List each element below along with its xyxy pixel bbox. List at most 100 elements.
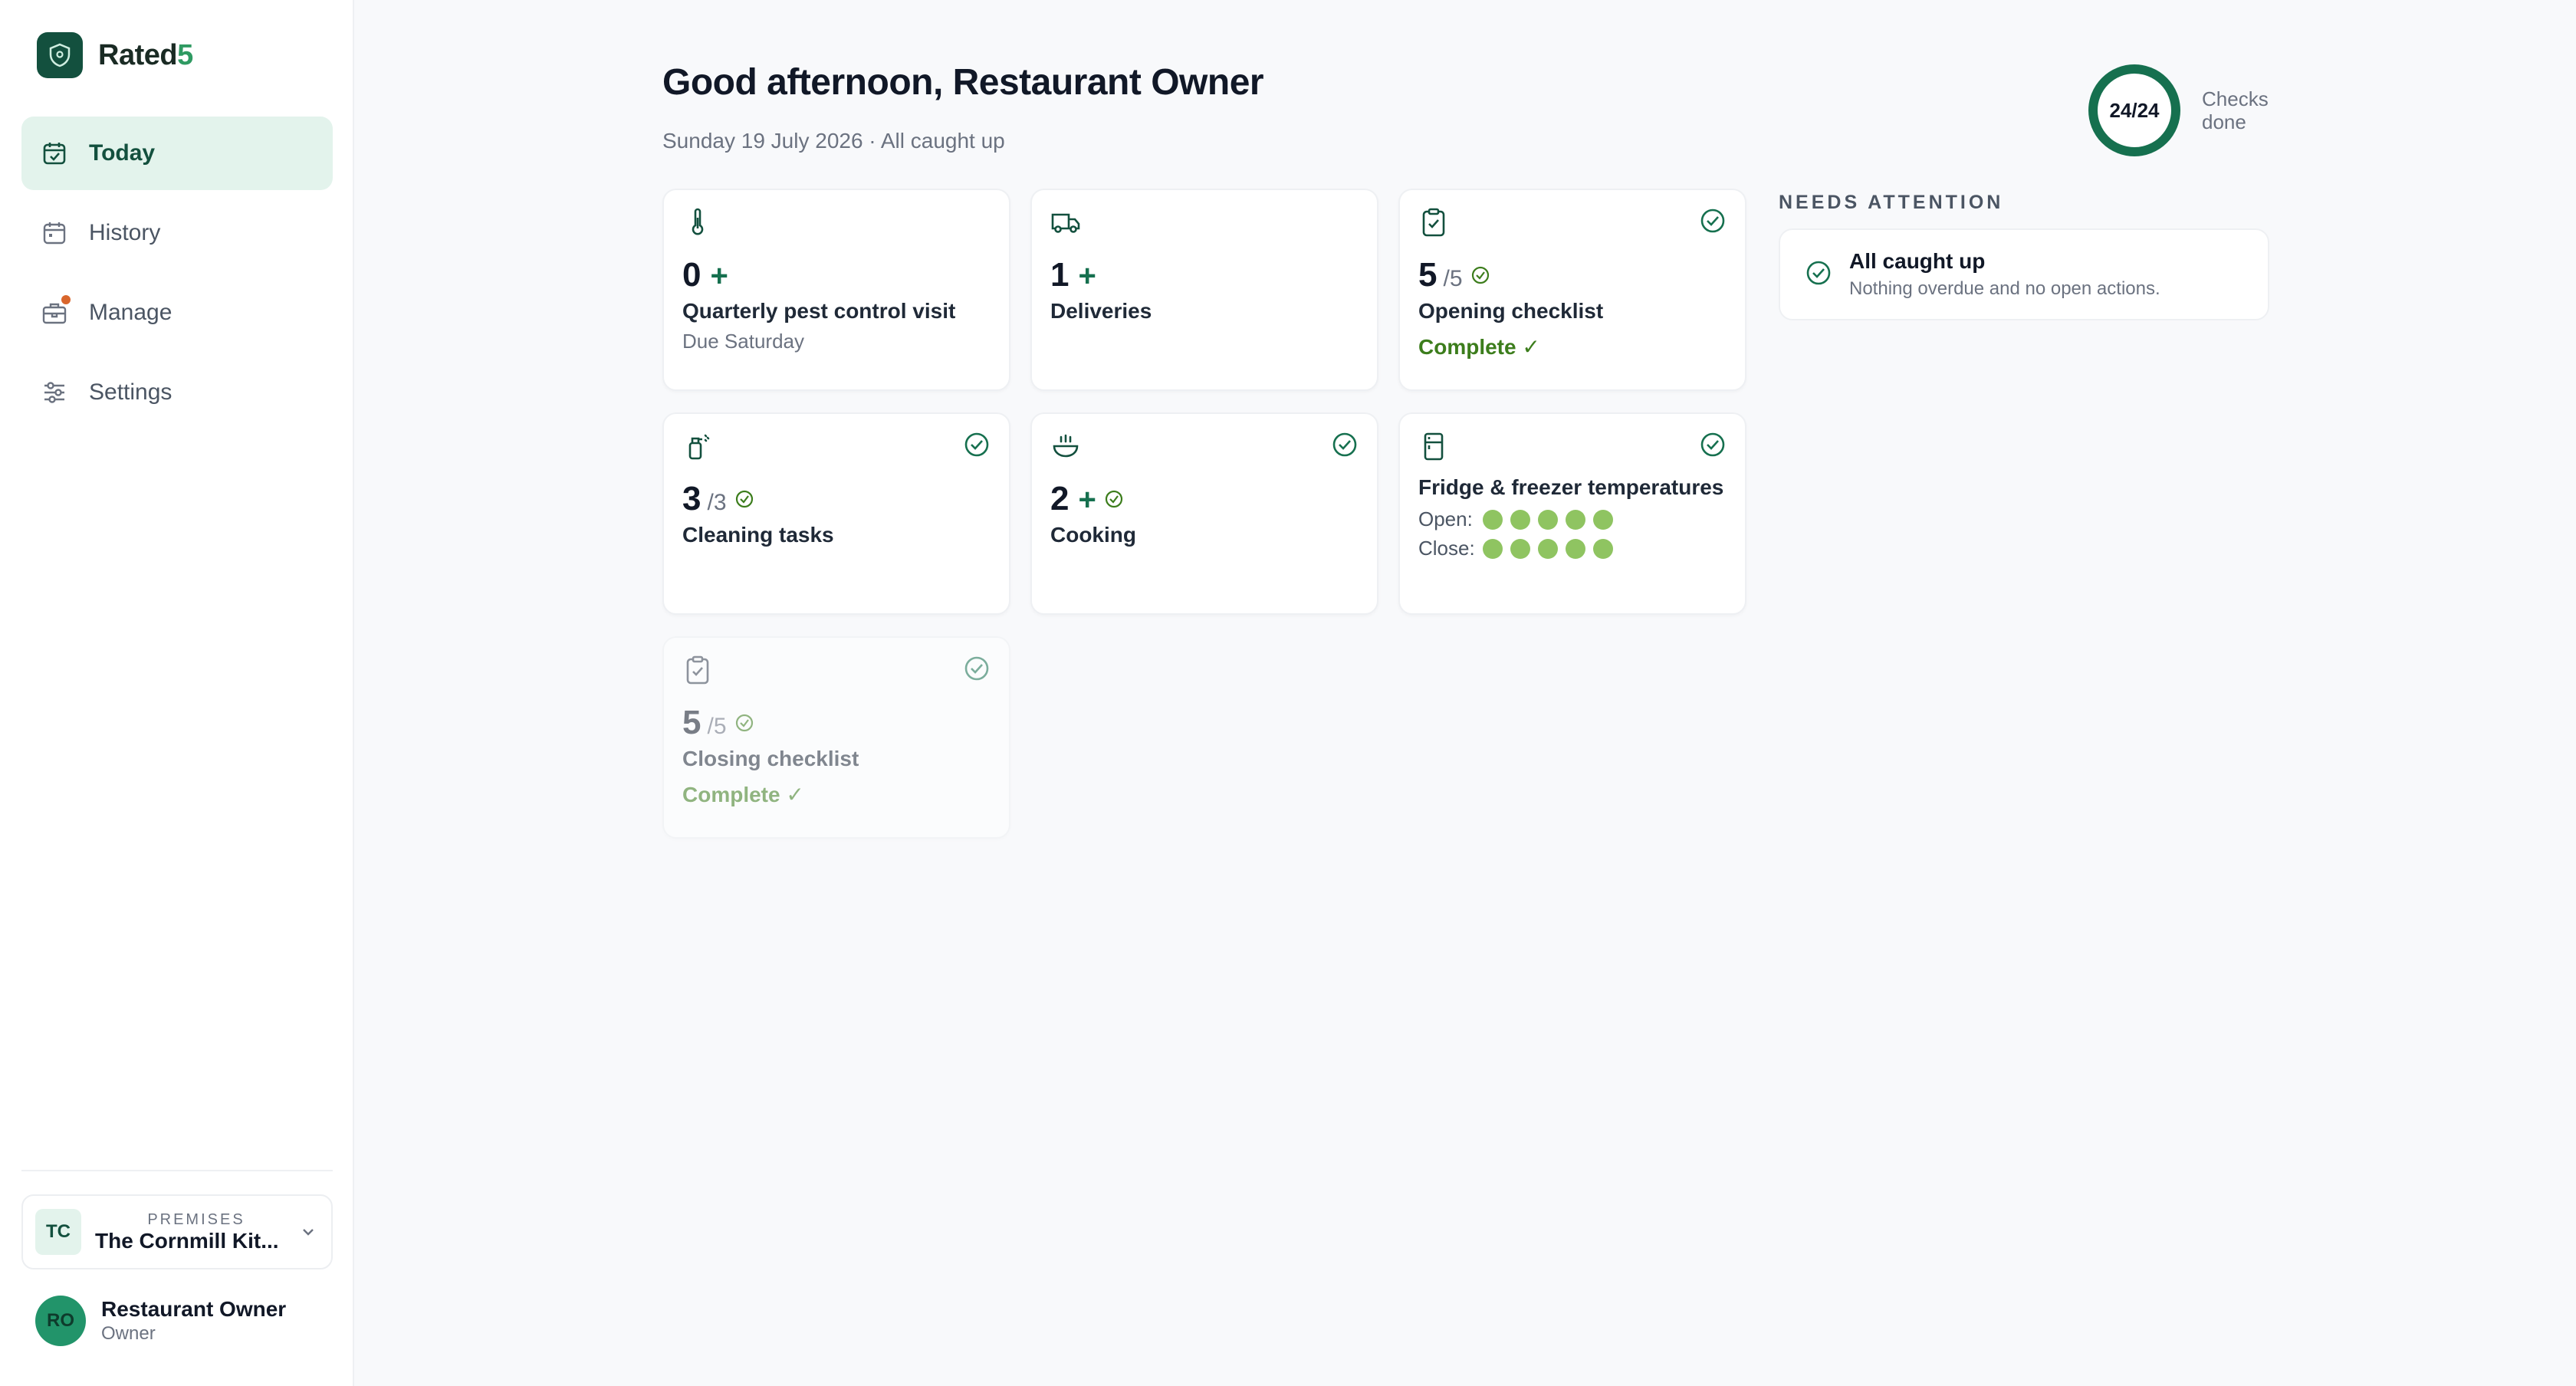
check-circle-icon: [1699, 431, 1727, 458]
nav-item-settings[interactable]: Settings: [21, 356, 333, 429]
calendar-check-icon: [40, 139, 69, 168]
clipboard-check-icon: [682, 655, 713, 685]
card-stat: 5 /5: [682, 704, 754, 742]
temp-ok-dot: [1510, 509, 1530, 530]
stat-total: /3: [707, 490, 727, 515]
user-role: Owner: [101, 1323, 156, 1344]
page-title: Good afternoon, Restaurant Owner: [662, 62, 1264, 103]
check-circle-icon: [1805, 259, 1832, 291]
temp-row-label: Open:: [1418, 507, 1473, 530]
sidebar-divider: [21, 1170, 333, 1171]
sidebar: Rated5 Today History Manage Settings TC …: [0, 0, 354, 1386]
temp-row-label: Close:: [1418, 537, 1475, 560]
nav-item-history[interactable]: History: [21, 196, 333, 270]
user-text: Restaurant Owner Owner: [101, 1297, 286, 1345]
temp-ok-dot: [1593, 538, 1613, 559]
stat-value: 5: [682, 704, 702, 741]
page-subtitle: Sunday 19 July 2026 · All caught up: [662, 129, 1005, 153]
temp-ok-dot: [1538, 538, 1558, 559]
card-title: Cooking: [1050, 523, 1136, 547]
temp-ok-dot: [1566, 509, 1585, 530]
check-circle-icon: [1699, 207, 1727, 235]
temp-ok-dot: [1483, 509, 1503, 530]
temp-ok-dot: [1483, 538, 1503, 559]
avatar: RO: [35, 1296, 86, 1346]
stat-total: /5: [1443, 266, 1463, 291]
attention-text: All caught up Nothing overdue and no ope…: [1849, 249, 2160, 300]
premises-badge: TC: [35, 1209, 81, 1255]
nav-label: Settings: [89, 379, 172, 405]
card-title: Quarterly pest control visit: [682, 299, 956, 323]
main-nav: Today History Manage Settings: [21, 117, 333, 435]
card-cleaning-tasks[interactable]: 3 /3 Cleaning tasks: [662, 412, 1010, 615]
card-title: Deliveries: [1050, 299, 1152, 323]
card-subtitle: Due Saturday: [682, 330, 804, 353]
card-title: Cleaning tasks: [682, 523, 834, 547]
card-closing-checklist[interactable]: 5 /5 Closing checklist Complete ✓: [662, 636, 1010, 839]
card-deliveries[interactable]: 1 + Deliveries: [1030, 189, 1378, 391]
clipboard-check-icon: [1418, 207, 1449, 238]
notification-dot: [61, 295, 71, 304]
card-fridge-freezer[interactable]: Fridge & freezer temperatures Open: Clos…: [1398, 412, 1746, 615]
temp-ok-dot: [1593, 509, 1613, 530]
truck-icon: [1050, 207, 1081, 238]
temp-ok-dot: [1538, 509, 1558, 530]
user-profile[interactable]: RO Restaurant Owner Owner: [35, 1296, 286, 1346]
card-title: Closing checklist: [682, 747, 859, 770]
temp-ok-dot: [1510, 538, 1530, 559]
brand[interactable]: Rated5: [37, 32, 193, 78]
needs-attention-heading: NEEDS ATTENTION: [1779, 192, 2004, 213]
card-title: Opening checklist: [1418, 299, 1604, 323]
premises-switcher[interactable]: TC PREMISES The Cornmill Kit...: [21, 1194, 333, 1269]
premises-eyebrow: PREMISES: [147, 1210, 245, 1228]
add-button[interactable]: +: [1078, 259, 1096, 294]
temp-row-close: Close:: [1418, 537, 1621, 560]
card-title: Fridge & freezer temperatures: [1418, 475, 1724, 499]
nav-label: Manage: [89, 300, 172, 325]
card-stat: 1 +: [1050, 256, 1096, 294]
needs-attention-card: All caught up Nothing overdue and no ope…: [1779, 228, 2269, 320]
add-button[interactable]: +: [1078, 483, 1096, 517]
card-cooking[interactable]: 2 + Cooking: [1030, 412, 1378, 615]
card-stat: 2 +: [1050, 480, 1124, 518]
cooking-pot-icon: [1050, 431, 1081, 461]
user-name: Restaurant Owner: [101, 1297, 287, 1321]
premises-text: PREMISES The Cornmill Kit...: [95, 1211, 297, 1253]
stat-value: 3: [682, 480, 702, 517]
card-stat: 3 /3: [682, 480, 754, 518]
stat-total: /5: [707, 714, 727, 739]
temp-row-open: Open:: [1418, 507, 1621, 531]
nav-label: History: [89, 220, 161, 245]
check-circle-small-icon: [734, 489, 754, 509]
card-opening-checklist[interactable]: 5 /5 Opening checklist Complete ✓: [1398, 189, 1746, 391]
checks-progress: 24/24 Checks done: [2088, 64, 2286, 156]
nav-item-manage[interactable]: Manage: [21, 276, 333, 350]
premises-name: The Cornmill Kit...: [95, 1228, 279, 1253]
complete-status: Complete ✓: [1418, 335, 1540, 359]
chevron-down-icon: [297, 1228, 319, 1236]
sliders-icon: [40, 378, 69, 407]
shield-logo-icon: [37, 32, 83, 78]
complete-status: Complete ✓: [682, 783, 804, 806]
check-circle-small-icon: [734, 713, 754, 733]
app-name: Rated5: [98, 38, 193, 71]
check-circle-icon: [963, 431, 991, 458]
card-stat: 5 /5: [1418, 256, 1490, 294]
attention-title: All caught up: [1849, 249, 1986, 273]
progress-ring: 24/24: [2088, 64, 2180, 156]
attention-subtitle: Nothing overdue and no open actions.: [1849, 278, 2160, 299]
toolbox-icon: [40, 295, 71, 327]
card-stat: 0 +: [682, 256, 728, 294]
check-circle-icon: [1331, 431, 1359, 458]
card-pest-control[interactable]: 0 + Quarterly pest control visit Due Sat…: [662, 189, 1010, 391]
thermometer-icon: [682, 207, 713, 238]
stat-value: 1: [1050, 256, 1070, 294]
fridge-icon: [1418, 431, 1449, 461]
nav-label: Today: [89, 140, 156, 166]
nav-item-today[interactable]: Today: [21, 117, 333, 190]
spray-bottle-icon: [682, 431, 713, 461]
add-button[interactable]: +: [710, 259, 728, 294]
check-circle-icon: [963, 655, 991, 682]
calendar-icon: [40, 218, 69, 248]
temp-ok-dot: [1566, 538, 1585, 559]
